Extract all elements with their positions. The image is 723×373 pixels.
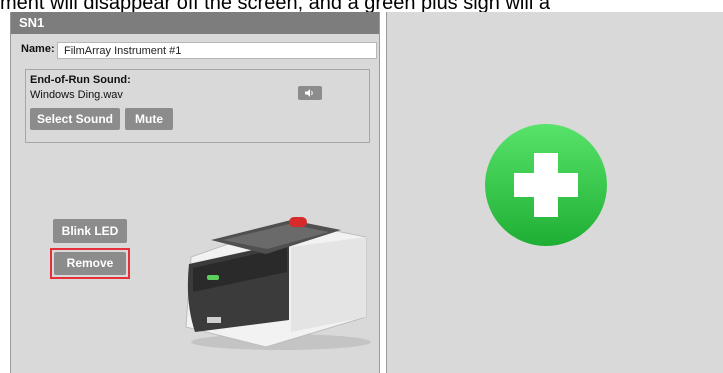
- remove-button[interactable]: Remove: [54, 252, 126, 275]
- speaker-icon: [305, 89, 313, 97]
- play-sound-button[interactable]: [298, 86, 322, 100]
- sound-title: End-of-Run Sound:: [30, 74, 131, 86]
- added-instrument-panel: [386, 12, 723, 373]
- name-label: Name:: [21, 43, 55, 55]
- select-sound-button[interactable]: Select Sound: [30, 108, 120, 130]
- mute-button[interactable]: Mute: [125, 108, 173, 130]
- blink-led-button[interactable]: Blink LED: [53, 219, 127, 243]
- panel-title: SN1: [11, 12, 379, 34]
- instrument-panel: SN1 Name: FilmArray Instrument #1 End-of…: [10, 12, 380, 373]
- name-input[interactable]: FilmArray Instrument #1: [57, 42, 377, 59]
- sound-settings-box: End-of-Run Sound: Windows Ding.wav Selec…: [25, 69, 370, 143]
- instrument-image: [185, 217, 371, 350]
- sound-file-name: Windows Ding.wav: [30, 89, 123, 101]
- add-instrument-plus-icon[interactable]: [484, 123, 608, 247]
